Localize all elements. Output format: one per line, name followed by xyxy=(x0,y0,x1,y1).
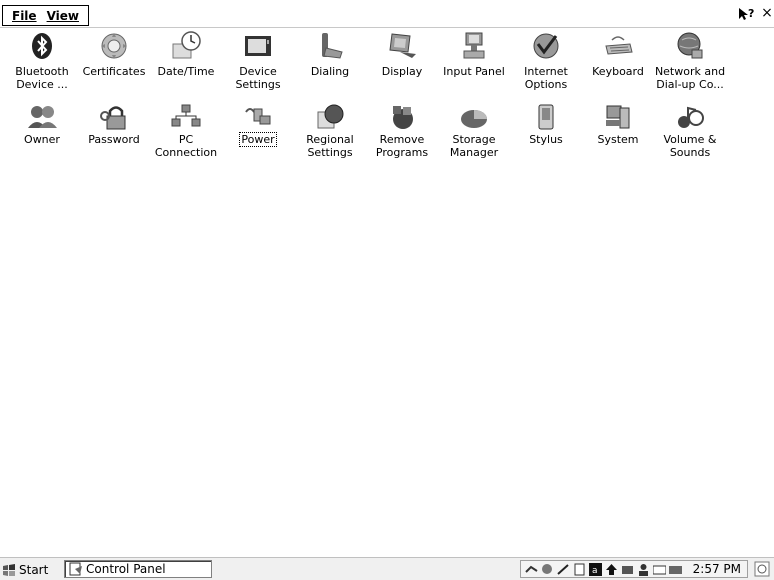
help-icon: ? xyxy=(739,7,754,20)
task-label: Control Panel xyxy=(86,562,166,576)
system-icon xyxy=(606,105,630,129)
item-label: Remove Programs xyxy=(375,133,429,159)
item-network-dialup[interactable]: Network and Dial-up Co... xyxy=(654,30,726,91)
item-keyboard[interactable]: Keyboard xyxy=(582,30,654,78)
svg-text:?: ? xyxy=(748,7,754,20)
desktop-icon xyxy=(754,561,770,577)
item-label: Input Panel xyxy=(443,65,505,78)
windows-flag-icon xyxy=(3,563,15,576)
phone-icon xyxy=(322,33,343,59)
menu-file[interactable]: File xyxy=(12,9,37,23)
tray-pen-icon[interactable] xyxy=(557,563,570,576)
menu-file-label: File xyxy=(12,8,37,23)
item-owner[interactable]: Owner xyxy=(6,104,78,146)
volume-icon xyxy=(678,106,704,128)
control-panel-icon xyxy=(69,562,82,576)
item-pc-connection[interactable]: PC Connection xyxy=(150,104,222,159)
item-certificates[interactable]: Certificates xyxy=(78,30,150,78)
item-password[interactable]: Password xyxy=(78,104,150,146)
keyboard-icon xyxy=(605,36,633,55)
close-button[interactable]: × xyxy=(760,5,774,23)
item-label: Owner xyxy=(24,133,60,146)
tray-sip-icon[interactable] xyxy=(669,563,682,576)
item-power[interactable]: Power xyxy=(222,104,294,147)
item-label: Keyboard xyxy=(592,65,644,78)
clock[interactable]: 2:57 PM xyxy=(693,562,741,576)
item-system[interactable]: System xyxy=(582,104,654,146)
item-label: Volume & Sounds xyxy=(663,133,717,159)
tray-desktop-icon[interactable] xyxy=(621,563,634,576)
remove-programs-icon xyxy=(393,106,413,129)
item-label: Date/Time xyxy=(157,65,215,78)
taskbar-control-panel[interactable]: Control Panel xyxy=(64,560,212,578)
close-icon: × xyxy=(761,5,773,21)
item-label: Display xyxy=(381,65,423,78)
users-icon xyxy=(28,106,57,128)
item-input-panel[interactable]: Input Panel xyxy=(438,30,510,78)
selected-label: Power xyxy=(239,132,277,147)
network-icon xyxy=(677,32,703,59)
tray-keyboard-icon[interactable] xyxy=(652,563,667,576)
item-remove-programs[interactable]: Remove Programs xyxy=(366,104,438,159)
item-display[interactable]: Display xyxy=(366,30,438,78)
stylus-icon xyxy=(538,104,554,130)
tray-user-icon[interactable] xyxy=(637,563,650,576)
clock-icon xyxy=(172,31,201,59)
show-desktop-button[interactable] xyxy=(754,561,770,577)
item-volume-sounds[interactable]: Volume & Sounds xyxy=(654,104,726,159)
menu-group: File View xyxy=(2,5,89,26)
menu-view[interactable]: View xyxy=(47,9,79,23)
item-label: Power xyxy=(222,132,294,147)
item-label: Storage Manager xyxy=(449,133,499,159)
taskbar: Start Control Panel a 2:57 PM xyxy=(0,557,774,580)
tray-up-arrow-icon[interactable] xyxy=(605,563,618,576)
help-button[interactable]: ? xyxy=(737,5,757,23)
globe-check-icon xyxy=(533,33,559,59)
item-label: Password xyxy=(88,133,140,146)
certificates-icon xyxy=(101,33,127,59)
item-label: Network and Dial-up Co... xyxy=(654,65,726,91)
item-storage-manager[interactable]: Storage Manager xyxy=(438,104,510,159)
regional-globe-icon xyxy=(317,104,344,129)
item-label: PC Connection xyxy=(154,133,218,159)
system-tray: a 2:57 PM xyxy=(520,560,748,578)
tray-a-icon[interactable]: a xyxy=(589,562,602,576)
password-icon xyxy=(100,106,126,130)
item-label: Stylus xyxy=(529,133,563,146)
item-label: Regional Settings xyxy=(306,133,354,159)
tray-connection-icon[interactable] xyxy=(541,563,554,576)
display-icon xyxy=(389,33,416,58)
menu-view-label: View xyxy=(46,8,79,23)
item-label: Bluetooth Device ... xyxy=(15,65,69,91)
item-label: Device Settings xyxy=(235,65,281,91)
item-dialing[interactable]: Dialing xyxy=(294,30,366,78)
item-label: System xyxy=(597,133,639,146)
svg-text:a: a xyxy=(592,566,598,576)
bluetooth-icon xyxy=(32,33,52,59)
menu-bar: File View ? × xyxy=(0,0,774,28)
power-plug-icon xyxy=(245,108,271,125)
start-button[interactable]: Start xyxy=(2,561,48,578)
storage-pie-icon xyxy=(461,110,487,128)
item-label: Internet Options xyxy=(524,65,568,91)
input-panel-icon xyxy=(463,32,485,59)
start-label: Start xyxy=(19,562,49,577)
item-bluetooth[interactable]: Bluetooth Device ... xyxy=(6,30,78,91)
pc-connection-icon xyxy=(171,104,201,127)
item-regional-settings[interactable]: Regional Settings xyxy=(294,104,366,159)
item-device-settings[interactable]: Device Settings xyxy=(222,30,294,91)
tray-page-icon[interactable] xyxy=(573,563,586,576)
monitor-icon xyxy=(245,36,271,56)
item-label: Dialing xyxy=(310,65,350,78)
item-internet-options[interactable]: Internet Options xyxy=(510,30,582,91)
tray-network-icon[interactable] xyxy=(525,563,538,576)
item-stylus[interactable]: Stylus xyxy=(510,104,582,146)
item-date-time[interactable]: Date/Time xyxy=(150,30,222,78)
item-label: Certificates xyxy=(82,65,146,78)
